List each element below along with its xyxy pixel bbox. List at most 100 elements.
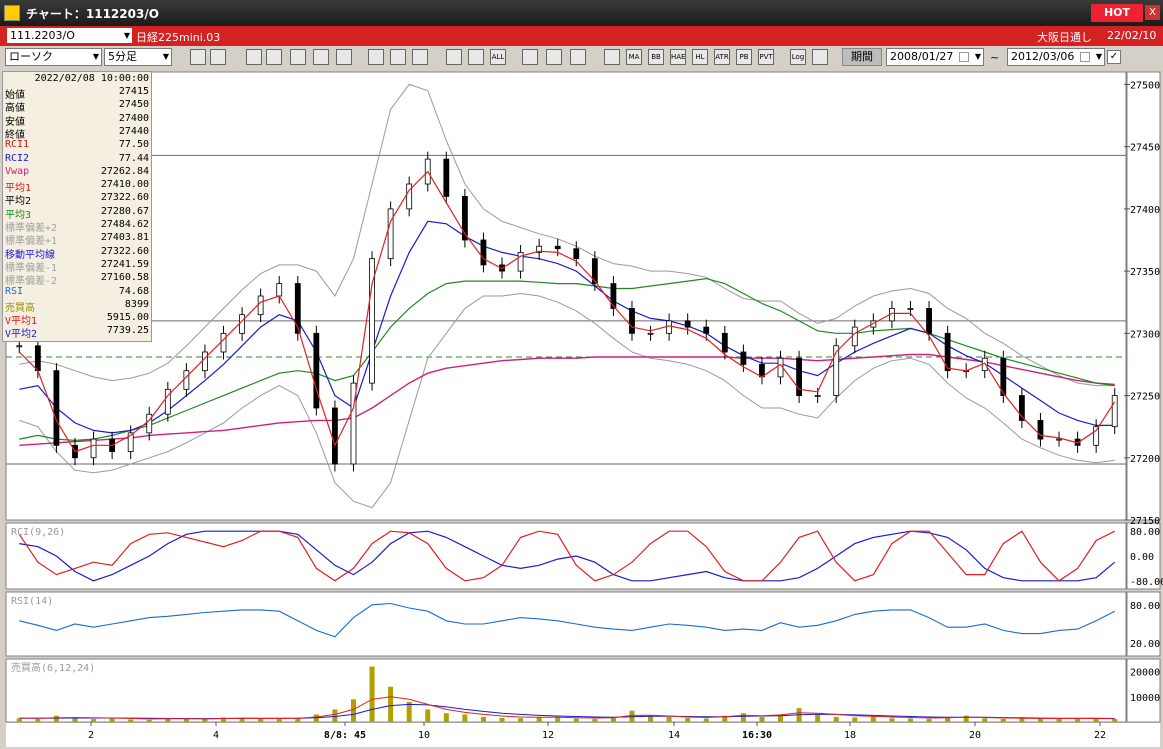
info-panel: 2022/02/08 10:00:00 始値 27415 高値 27450 安値 2740… <box>2 71 152 342</box>
ma-icon[interactable]: MA <box>626 49 642 65</box>
volume-bar <box>815 714 821 722</box>
export-icon[interactable] <box>812 49 828 65</box>
pencil-icon[interactable] <box>368 49 384 65</box>
candle1-icon[interactable] <box>446 49 462 65</box>
info-row: 標準偏差-1 27241.59 <box>5 258 149 274</box>
candle-body <box>1056 438 1062 441</box>
volume-bar <box>128 719 134 722</box>
chart-canvas[interactable]: 2750027450274002735027300272502720027150… <box>0 70 1163 749</box>
volume-bar <box>258 718 264 722</box>
rsi-tick-label: 80.00 <box>1130 601 1160 612</box>
chart-app-icon <box>4 5 20 21</box>
candle-body <box>703 326 710 334</box>
date-range-separator: ~ <box>990 51 1000 64</box>
info-row-label: V平均2 <box>5 329 38 341</box>
x-tick-label: 14 <box>668 730 680 741</box>
candle2-icon[interactable] <box>468 49 484 65</box>
hae-icon[interactable]: HAE <box>670 49 686 65</box>
rci-panel <box>5 522 1127 590</box>
rci-tick-label: -80.00 <box>1130 577 1163 588</box>
info-row-value: 27403.81 <box>100 232 149 244</box>
info-timestamp: 2022/02/08 10:00:00 <box>34 73 149 84</box>
candle-body <box>257 295 264 316</box>
rsi-panel-label: RSI(14) <box>11 596 53 607</box>
price-tick-label: 27200 <box>1130 454 1160 465</box>
x-tick-label: 12 <box>542 730 554 741</box>
draw-icon[interactable] <box>246 49 262 65</box>
log-icon[interactable]: Log <box>790 49 806 65</box>
bb-icon[interactable]: BB <box>648 49 664 65</box>
colors-icon[interactable] <box>570 49 586 65</box>
instrument-name: 日経225mini.03 <box>136 31 221 44</box>
palette-icon[interactable] <box>546 49 562 65</box>
rsi-tick-label: 20.00 <box>1130 639 1160 650</box>
volume-bar <box>1093 718 1099 722</box>
period-button[interactable]: 期間 <box>842 48 882 66</box>
zoom-icon[interactable] <box>190 49 206 65</box>
volume-bar <box>202 719 208 722</box>
instrument-code-select[interactable]: 111.2203/O ▼ <box>7 28 132 43</box>
pb-icon[interactable]: PB <box>736 49 752 65</box>
info-row-label: RCI2 <box>5 152 30 164</box>
volume-panel <box>5 658 1127 723</box>
candle-body <box>239 314 245 334</box>
volume-bar <box>740 713 746 722</box>
volume-bar <box>388 686 394 722</box>
calendar-icon[interactable] <box>959 52 969 62</box>
volume-bar <box>1037 718 1043 722</box>
info-row: 標準偏差+1 27403.81 <box>5 232 149 247</box>
bars-icon[interactable] <box>290 49 306 65</box>
price-tick-label: 27350 <box>1130 267 1160 278</box>
scale-icon[interactable] <box>336 49 352 65</box>
magnify-icon[interactable] <box>266 49 282 65</box>
volume-bar <box>592 718 598 722</box>
volume-bar <box>759 716 765 722</box>
undo-icon[interactable] <box>412 49 428 65</box>
volume-bar <box>703 718 709 722</box>
info-row-value: 27484.62 <box>100 219 149 230</box>
info-row: V平均2 7739.25 <box>5 325 149 341</box>
chart-type-value: ローソク <box>9 50 53 63</box>
hl-icon[interactable]: HL <box>692 49 708 65</box>
candle-body <box>220 332 227 353</box>
info-row: 移動平均線 27322.60 <box>5 246 149 261</box>
chart-toolbar: ローソク ▼ 5分足 ▼ ALL MA BB HAE HL ATR PB PVT Log 期間 … <box>0 46 1163 70</box>
info-row-value: 27241.59 <box>100 258 149 270</box>
interval-value: 5分足 <box>108 50 137 63</box>
pvt-icon[interactable]: PVT <box>758 49 774 65</box>
period-checkbox[interactable]: ✓ <box>1107 50 1121 64</box>
calendar-icon[interactable] <box>1080 52 1090 62</box>
cursor-icon[interactable] <box>390 49 406 65</box>
volume-bar <box>852 717 858 722</box>
candle-body <box>16 345 23 348</box>
chevron-down-icon: ▼ <box>123 31 130 40</box>
volume-bar <box>889 718 895 722</box>
volume-panel-label: 売買高(6,12,24) <box>11 661 95 674</box>
date-to-picker[interactable]: 2012/03/06 ▼ <box>1007 48 1105 66</box>
grid-icon[interactable] <box>604 49 620 65</box>
interval-select[interactable]: 5分足 ▼ <box>104 48 172 66</box>
info-row-value: 27280.67 <box>100 205 149 217</box>
all-icon[interactable]: ALL <box>490 49 506 65</box>
x-tick-label: 18 <box>844 730 856 741</box>
volume-bar <box>982 718 988 722</box>
x-tick-label: 10 <box>418 730 430 741</box>
info-row: 売買高 8399 <box>5 299 149 314</box>
volume-bar <box>350 699 356 722</box>
candle-body <box>721 332 728 353</box>
info-row: RCI1 77.50 <box>5 139 149 152</box>
chart-type-select[interactable]: ローソク ▼ <box>5 48 102 66</box>
hot-badge-button[interactable]: HOT <box>1091 4 1143 22</box>
gear-icon[interactable] <box>522 49 538 65</box>
atr-icon[interactable]: ATR <box>714 49 730 65</box>
close-icon[interactable]: X <box>1145 5 1160 20</box>
info-row: 終値 27440 <box>5 126 149 141</box>
volume-bar <box>332 709 338 722</box>
candle-body <box>573 248 580 260</box>
date-from-picker[interactable]: 2008/01/27 ▼ <box>886 48 984 66</box>
plus-minus-icon[interactable] <box>313 49 329 65</box>
price-tick-label: 27150 <box>1130 516 1160 527</box>
lines-icon[interactable] <box>210 49 226 65</box>
volume-bar <box>1019 718 1025 722</box>
price-tick-label: 27500 <box>1130 80 1160 91</box>
